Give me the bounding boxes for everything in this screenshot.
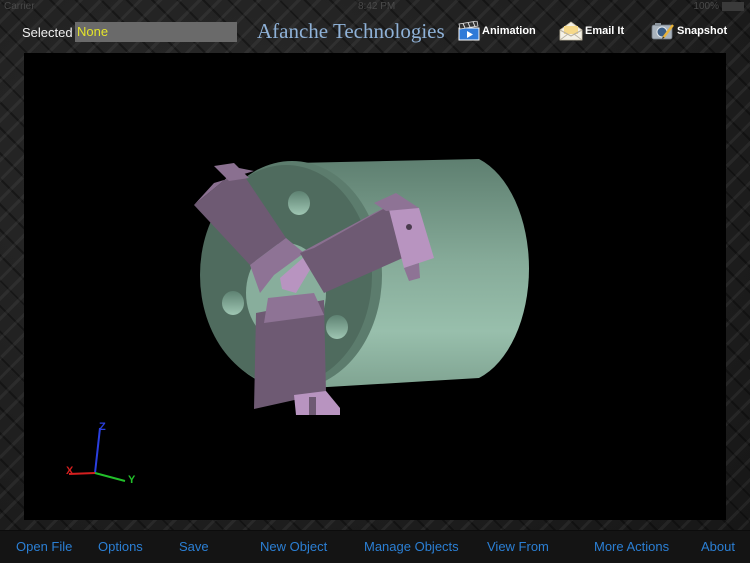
snapshot-button[interactable]: Snapshot [651,21,727,41]
x-axis-label: X [66,465,74,477]
battery-indicator: 100% [693,1,744,12]
camera-icon [651,23,674,40]
bolt-hole [326,315,348,339]
3d-scene[interactable]: Z X Y [24,53,726,520]
email-it-button[interactable]: Email It [559,21,624,41]
carrier-label: Carrier [4,1,35,12]
snapshot-label: Snapshot [677,25,728,37]
y-axis [94,472,126,482]
battery-icon [722,2,744,11]
animation-label: Animation [482,25,536,37]
clock: 8:42 PM [358,1,396,12]
axis-triad: Z X Y [66,421,136,486]
selected-label: Selected [22,25,73,40]
save-button[interactable]: Save [179,539,209,554]
y-axis-label: Y [128,474,136,486]
envelope-icon [559,21,583,41]
animation-button[interactable]: Animation [458,21,536,41]
view-from-button[interactable]: View From [487,539,549,554]
more-actions-button[interactable]: More Actions [594,539,669,554]
3d-viewport[interactable]: Z X Y [24,53,726,520]
open-file-button[interactable]: Open File [16,539,72,554]
email-it-label: Email It [585,25,625,37]
options-button[interactable]: Options [98,539,143,554]
clapperboard-icon [458,21,480,41]
bolt-hole [222,291,244,315]
z-axis-label: Z [99,421,106,433]
z-axis [94,427,101,474]
bottom-toolbar: Open File Options Save New Object Manage… [0,530,750,563]
selected-object-field[interactable]: None [75,22,237,42]
top-toolbar: Selected None Afanche Technologies Anima… [0,18,750,48]
new-object-button[interactable]: New Object [260,539,327,554]
manage-objects-button[interactable]: Manage Objects [364,539,459,554]
bolt-hole [288,191,310,215]
brand-title: Afanche Technologies [257,19,445,43]
status-bar: Carrier 8:42 PM 100% [0,0,750,14]
battery-percent: 100% [693,1,719,12]
about-button[interactable]: About [701,539,735,554]
